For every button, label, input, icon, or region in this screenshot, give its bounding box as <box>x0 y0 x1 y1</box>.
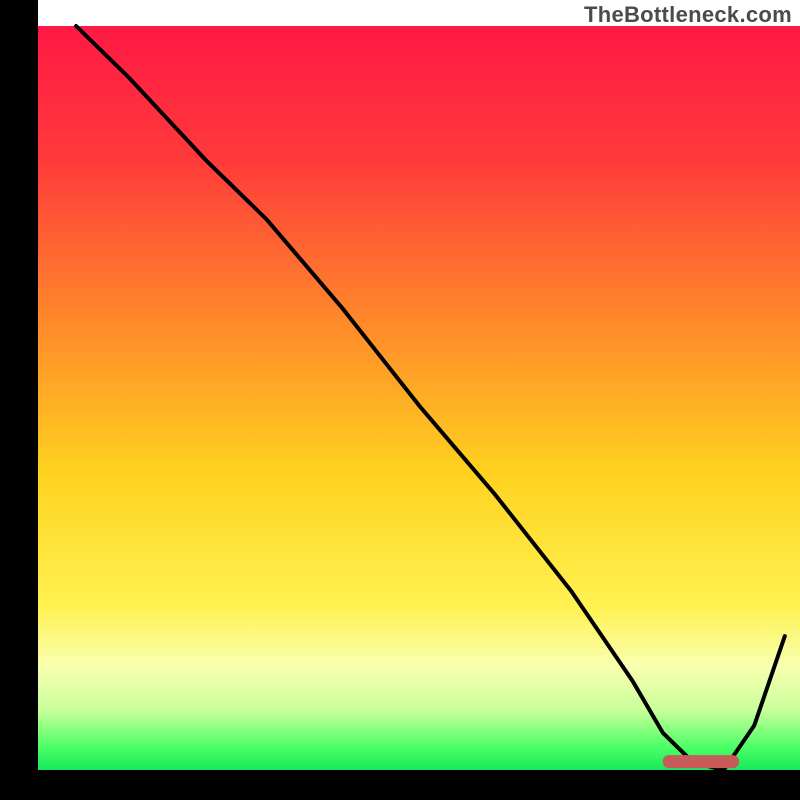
y-axis <box>0 0 38 800</box>
bottleneck-curve-chart <box>0 0 800 800</box>
optimal-band-marker <box>663 755 739 768</box>
plot-background <box>38 26 800 770</box>
watermark-label: TheBottleneck.com <box>584 2 792 28</box>
x-axis <box>0 770 800 800</box>
